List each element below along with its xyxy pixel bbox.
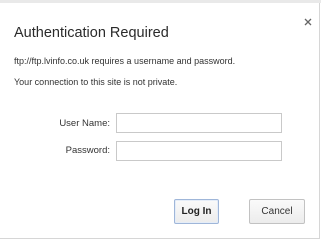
- username-label: User Name:: [59, 118, 110, 129]
- cancel-button[interactable]: Cancel: [249, 199, 305, 224]
- dialog-title: Authentication Required: [14, 25, 169, 41]
- username-input[interactable]: [116, 113, 282, 133]
- dialog-message-privacy: Your connection to this site is not priv…: [14, 77, 178, 87]
- dialog-message-url: ftp://ftp.lvinfo.co.uk requires a userna…: [14, 56, 236, 66]
- password-label: Password:: [65, 145, 110, 156]
- close-icon[interactable]: [303, 14, 313, 26]
- dialog-top-border: [0, 0, 321, 3]
- password-input[interactable]: [116, 141, 282, 161]
- auth-dialog: Authentication Required ftp://ftp.lvinfo…: [0, 0, 321, 239]
- login-button[interactable]: Log In: [174, 199, 219, 224]
